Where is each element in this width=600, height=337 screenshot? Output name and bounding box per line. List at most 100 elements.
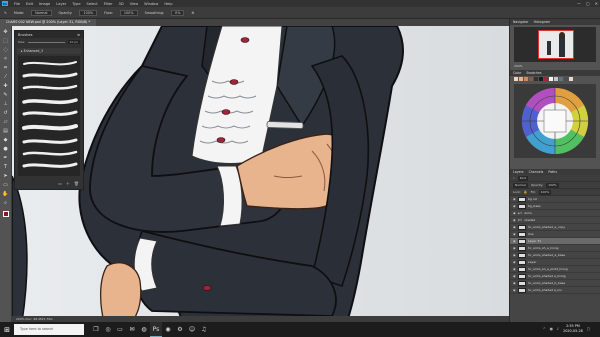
maximize-icon[interactable]: ▢ bbox=[586, 1, 590, 6]
smoothing-field[interactable]: 0% bbox=[171, 9, 185, 16]
eraser-tool-icon[interactable]: ▱ bbox=[2, 119, 10, 126]
menu-select[interactable]: Select bbox=[87, 2, 98, 6]
trash-icon[interactable]: 🗑 bbox=[74, 181, 79, 187]
brushes-panel-header[interactable]: Brushes ≡ bbox=[15, 31, 83, 38]
menu-help[interactable]: Help bbox=[164, 2, 172, 6]
eye-icon[interactable]: ◉ bbox=[513, 267, 516, 271]
path-select-tool-icon[interactable]: ➤ bbox=[2, 173, 10, 180]
mail-icon[interactable]: ✉ bbox=[126, 322, 138, 337]
eye-icon[interactable]: ◉ bbox=[513, 288, 516, 292]
chevron-up-icon[interactable]: ^ bbox=[543, 327, 546, 331]
swatch[interactable] bbox=[519, 77, 523, 81]
task-view-icon[interactable]: ❐ bbox=[90, 322, 102, 337]
menu-edit[interactable]: Edit bbox=[26, 2, 33, 6]
blend-mode-select[interactable]: Normal bbox=[513, 182, 528, 188]
layer-row[interactable]: ◉ ▾▭ shaded bbox=[510, 217, 600, 224]
swatch[interactable] bbox=[514, 77, 518, 81]
eye-icon[interactable]: ◉ bbox=[513, 253, 516, 257]
marquee-tool-icon[interactable]: ⬚ bbox=[2, 38, 10, 45]
eye-icon[interactable]: ◉ bbox=[513, 260, 516, 264]
layer-row[interactable]: ◉ hc_arms_shaded a_lining bbox=[510, 273, 600, 280]
pen-tool-icon[interactable]: ✒ bbox=[2, 155, 10, 162]
notifications-icon[interactable]: ▢ bbox=[587, 327, 590, 331]
tab-histogram[interactable]: Histogram bbox=[534, 20, 551, 24]
eye-icon[interactable]: ◉ bbox=[513, 204, 516, 208]
menu-window[interactable]: Window bbox=[144, 2, 158, 6]
shape-tool-icon[interactable]: ▭ bbox=[2, 182, 10, 189]
swatch[interactable] bbox=[544, 77, 548, 81]
gear-icon[interactable]: ⚙ bbox=[191, 11, 194, 15]
menu-filter[interactable]: Filter bbox=[104, 2, 113, 6]
blur-tool-icon[interactable]: ◆ bbox=[2, 137, 10, 144]
eye-icon[interactable]: ◉ bbox=[513, 281, 516, 285]
layer-fill-field[interactable]: 100% bbox=[538, 189, 552, 195]
discord-icon[interactable]: ☺ bbox=[186, 322, 198, 337]
tab-navigator[interactable]: Navigator bbox=[513, 20, 529, 24]
lock-icon[interactable]: 🔒 bbox=[524, 190, 528, 194]
file-explorer-icon[interactable]: ▭ bbox=[114, 322, 126, 337]
swatch[interactable] bbox=[529, 77, 533, 81]
layer-row[interactable]: ◉ line bbox=[510, 231, 600, 238]
foreground-color-swatch[interactable] bbox=[2, 211, 9, 217]
lasso-tool-icon[interactable]: ◌ bbox=[2, 47, 10, 54]
history-brush-icon[interactable]: ↺ bbox=[2, 110, 10, 117]
eye-icon[interactable]: ◉ bbox=[513, 211, 516, 215]
opacity-field[interactable]: 100% bbox=[79, 9, 98, 16]
healing-tool-icon[interactable]: ✚ bbox=[2, 83, 10, 90]
browser-icon[interactable]: ◎ bbox=[102, 322, 114, 337]
layer-row-selected[interactable]: ◉ Layer 31 bbox=[510, 238, 600, 245]
navigator-view-frame[interactable] bbox=[538, 30, 574, 59]
eye-icon[interactable]: ◉ bbox=[513, 274, 516, 278]
navigator-preview[interactable] bbox=[514, 27, 596, 62]
layer-row[interactable]: ◉ hc_arms_shaded_b_base bbox=[510, 280, 600, 287]
layer-opacity-field[interactable]: 100% bbox=[546, 182, 559, 188]
menu-view[interactable]: View bbox=[130, 2, 139, 6]
swatch[interactable] bbox=[524, 77, 528, 81]
taskbar-search-input[interactable]: Type here to search bbox=[14, 324, 84, 335]
brush-tool-icon[interactable]: ✎ bbox=[2, 92, 10, 99]
swatch[interactable] bbox=[549, 77, 553, 81]
color-wheel[interactable] bbox=[514, 84, 596, 158]
eye-icon[interactable]: ◉ bbox=[513, 218, 516, 222]
mode-select[interactable]: Normal bbox=[31, 9, 52, 16]
menu-layer[interactable]: Layer bbox=[56, 2, 66, 6]
layer-row[interactable]: ◉ hc_arms_shaded_a_copy bbox=[510, 224, 600, 231]
layer-row[interactable]: ◉ Layer bbox=[510, 259, 600, 266]
layer-row[interactable]: ◉ bg col bbox=[510, 196, 600, 203]
swatch[interactable] bbox=[554, 77, 558, 81]
chrome-icon[interactable]: ◍ bbox=[138, 322, 150, 337]
crop-tool-icon[interactable]: ⌗ bbox=[2, 65, 10, 72]
swatch[interactable] bbox=[569, 77, 573, 81]
layer-row[interactable]: ◉ hc_arms_shaded_a_base bbox=[510, 252, 600, 259]
eyedropper-tool-icon[interactable]: ⁄ bbox=[2, 74, 10, 81]
tab-layers[interactable]: Layers bbox=[513, 170, 524, 174]
eye-icon[interactable]: ◉ bbox=[513, 197, 516, 201]
music-icon[interactable]: ♫ bbox=[198, 322, 210, 337]
swatch[interactable] bbox=[539, 77, 543, 81]
steam-icon[interactable]: ⚙ bbox=[174, 322, 186, 337]
layer-row[interactable]: ◉ hc_arms_sh_a_lining bbox=[510, 245, 600, 252]
volume-icon[interactable]: ♪ bbox=[557, 327, 559, 331]
network-icon[interactable]: ▦ bbox=[550, 327, 553, 331]
brush-size-value[interactable]: 10 px bbox=[67, 40, 80, 44]
eye-icon[interactable]: ◉ bbox=[513, 246, 516, 250]
eye-icon[interactable]: ◉ bbox=[513, 225, 516, 229]
tab-color[interactable]: Color bbox=[513, 71, 521, 75]
hand-tool-icon[interactable]: ✋ bbox=[2, 191, 10, 198]
type-tool-icon[interactable]: T bbox=[2, 164, 10, 171]
menu-3d[interactable]: 3D bbox=[119, 2, 124, 6]
layer-row[interactable]: ◉ hc_arms_shaded a_inv bbox=[510, 287, 600, 294]
eye-icon[interactable]: ◉ bbox=[513, 232, 516, 236]
tab-channels[interactable]: Channels bbox=[529, 170, 544, 174]
move-tool-icon[interactable]: ✥ bbox=[2, 29, 10, 36]
menu-type[interactable]: Type bbox=[72, 2, 80, 6]
obs-icon[interactable]: ◉ bbox=[162, 322, 174, 337]
brush-size-slider[interactable] bbox=[28, 41, 65, 43]
magic-wand-tool-icon[interactable]: ✧ bbox=[2, 56, 10, 63]
menu-image[interactable]: Image bbox=[39, 2, 50, 6]
minimize-icon[interactable]: — bbox=[577, 1, 581, 6]
brush-folder[interactable]: ▸ Enhanced_3 bbox=[17, 48, 81, 54]
swatch[interactable] bbox=[564, 77, 568, 81]
zoom-tool-icon[interactable]: ⌕ bbox=[2, 200, 10, 207]
layer-row[interactable]: ◉ hc_arms_sh_a_pinkt_lining bbox=[510, 266, 600, 273]
